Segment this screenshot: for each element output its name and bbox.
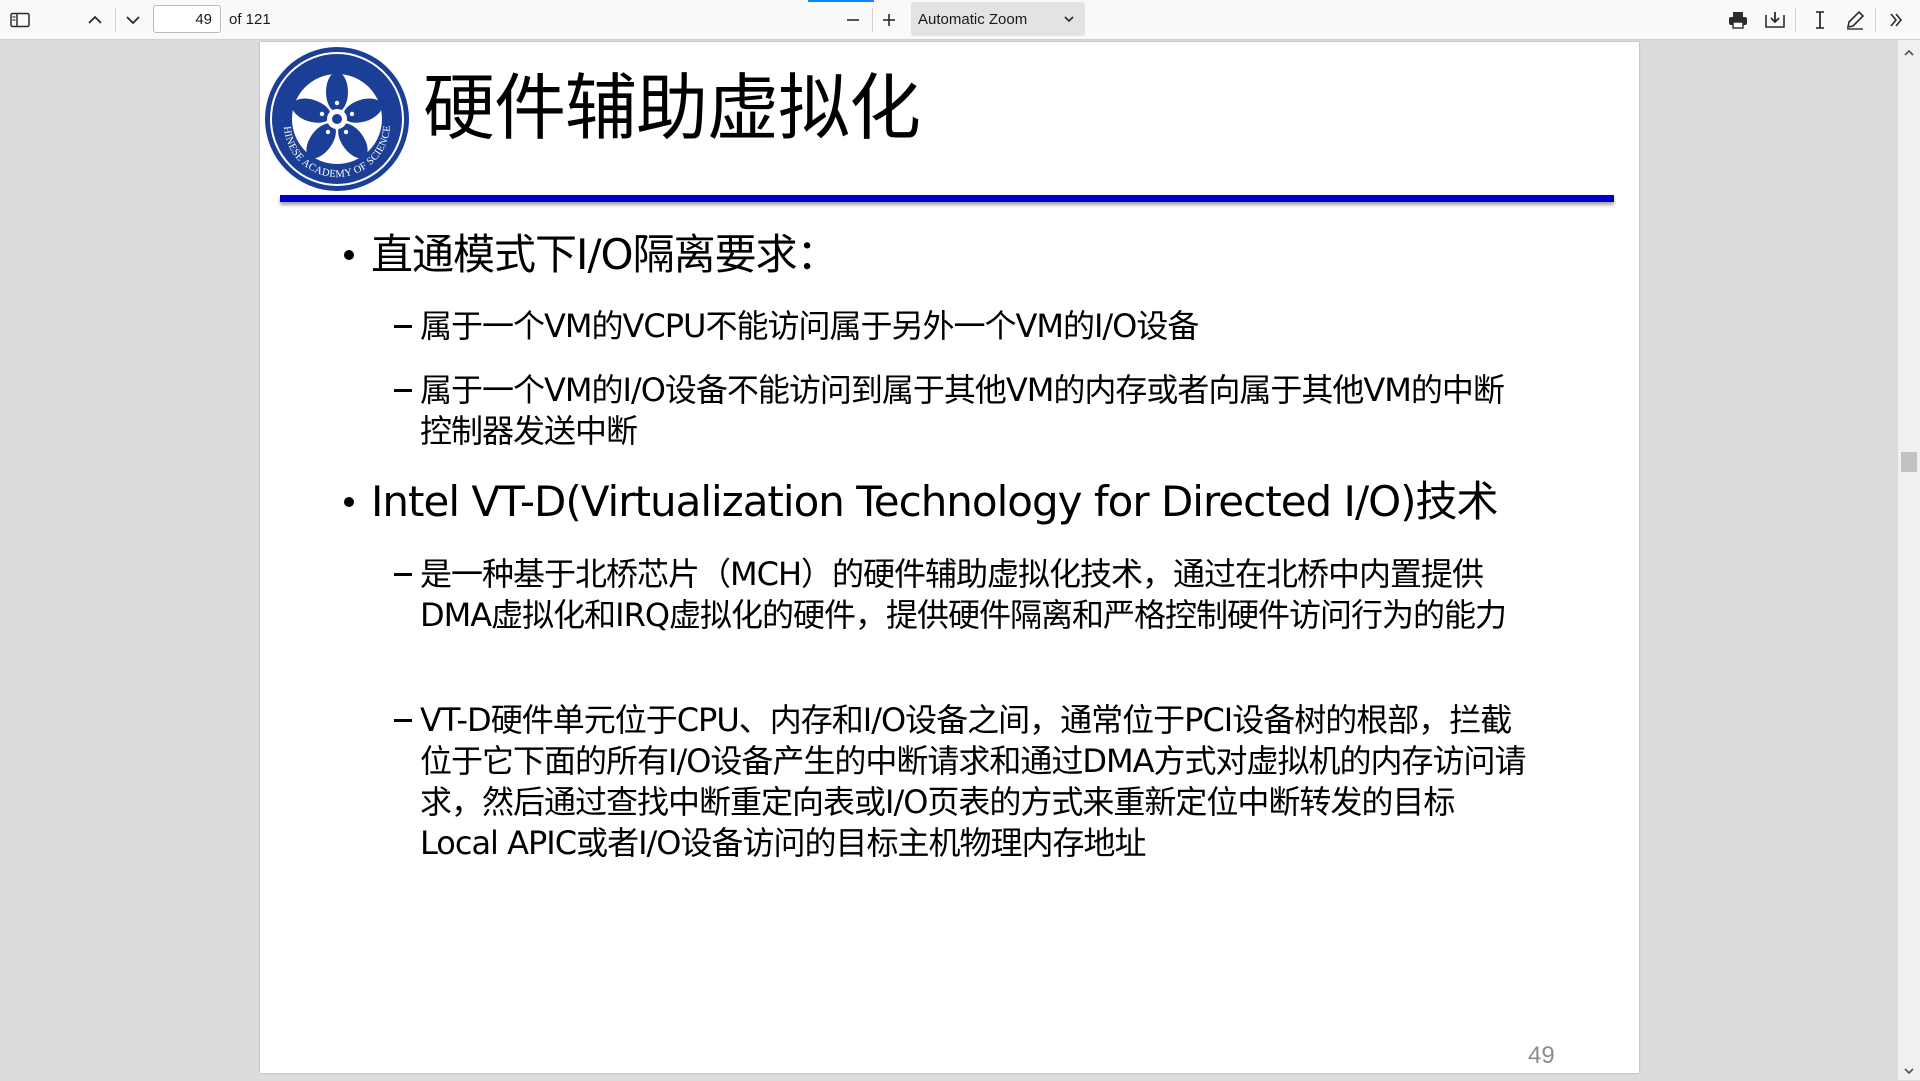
sub-bullet-text: VT-D硬件单元位于CPU、内存和I/O设备之间，通常位于PCI设备树的根部，拦…: [420, 701, 1527, 862]
page-number-input[interactable]: [153, 5, 221, 33]
toolbar-separator: [1795, 8, 1796, 32]
tools-menu-button[interactable]: [1880, 6, 1912, 34]
bullet-heading: 直通模式下I/O隔离要求：: [371, 230, 839, 279]
pdf-toolbar: of 121 Automatic Zoom: [0, 0, 1920, 40]
print-icon: [1728, 11, 1748, 29]
bullet-dot: [344, 497, 354, 507]
zoom-label: Automatic Zoom: [918, 10, 1028, 28]
document-viewer: CHINESE ACADEMY OF SCIENCES 硬件辅助虚拟化 直通模式…: [0, 40, 1898, 1080]
sub-bullet-dash: [394, 573, 412, 576]
progress-accent: [808, 0, 874, 2]
sub-bullet-text: 属于一个VM的VCPU不能访问属于另外一个VM的I/O设备: [420, 307, 1199, 345]
sub-bullet-text: 是一种基于北桥芯片（MCH）的硬件辅助虚拟化技术，通过在北桥中内置提供DMA虚拟…: [420, 555, 1507, 634]
pen-icon: [1845, 10, 1865, 30]
previous-page-button[interactable]: [79, 6, 111, 34]
title-divider: [280, 195, 1614, 202]
chinese-academy-of-sciences-logo: CHINESE ACADEMY OF SCIENCES: [262, 44, 409, 191]
page-count-label: of 121: [229, 11, 271, 28]
chevron-down-icon: [125, 12, 141, 28]
zoom-out-button[interactable]: [837, 6, 869, 34]
toolbar-separator: [1875, 8, 1876, 32]
next-page-button[interactable]: [117, 6, 149, 34]
slide-page-number: 49: [1528, 1042, 1555, 1069]
scroll-down-icon[interactable]: [1903, 1062, 1915, 1075]
print-button[interactable]: [1722, 6, 1754, 34]
sub-bullet-dash: [394, 389, 412, 392]
zoom-in-icon: [881, 12, 897, 28]
bullet-heading: Intel VT-D(Virtualization Technology for…: [371, 477, 1499, 526]
scroll-up-icon[interactable]: [1903, 44, 1915, 56]
download-icon: [1765, 11, 1785, 29]
draw-tool-button[interactable]: [1839, 6, 1871, 34]
slide-title: 硬件辅助虚拟化: [423, 66, 921, 150]
bullet-dot: [344, 250, 354, 260]
double-chevron-right-icon: [1888, 12, 1904, 28]
download-button[interactable]: [1759, 6, 1791, 34]
text-select-tool-button[interactable]: [1804, 6, 1836, 34]
vertical-scrollbar[interactable]: [1898, 40, 1920, 1080]
sidebar-toggle-icon: [10, 12, 30, 28]
pdf-page: CHINESE ACADEMY OF SCIENCES 硬件辅助虚拟化 直通模式…: [260, 42, 1639, 1073]
toolbar-separator: [115, 8, 116, 32]
zoom-select[interactable]: Automatic Zoom: [911, 2, 1085, 36]
zoom-out-icon: [845, 12, 861, 28]
sub-bullet-dash: [394, 325, 412, 328]
zoom-in-button[interactable]: [873, 6, 905, 34]
text-cursor-icon: [1813, 10, 1827, 30]
chevron-down-icon: [1063, 10, 1075, 29]
sub-bullet-dash: [394, 719, 412, 722]
scrollbar-thumb[interactable]: [1901, 452, 1917, 472]
sub-bullet-text: 属于一个VM的I/O设备不能访问到属于其他VM的内存或者向属于其他VM的中断控制…: [420, 371, 1505, 450]
chevron-up-icon: [87, 12, 103, 28]
sidebar-toggle-button[interactable]: [4, 6, 36, 34]
